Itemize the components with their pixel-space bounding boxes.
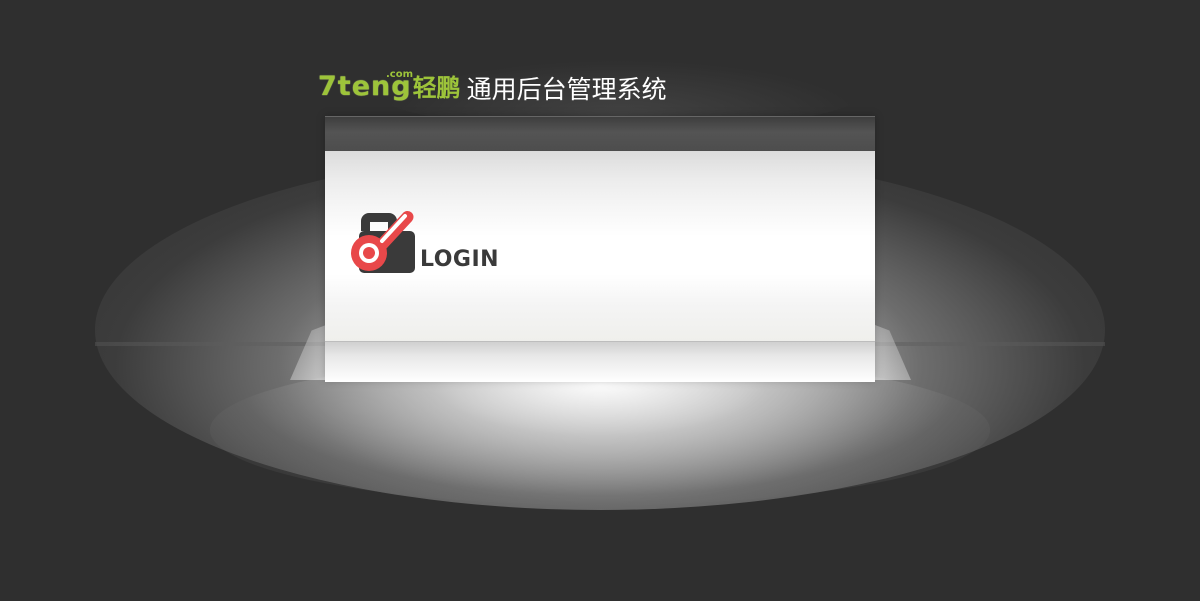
login-title: LOGIN	[420, 247, 500, 272]
page-header: 7teng .com 轻鹏 通用后台管理系统	[318, 56, 667, 104]
brand-logo: 7teng .com 轻鹏	[318, 69, 461, 102]
card-top-bar	[325, 116, 875, 151]
logo-domain-suffix: .com	[386, 69, 414, 80]
lock-key-icon	[351, 210, 415, 273]
card-body: LOGIN	[325, 151, 875, 341]
system-title: 通用后台管理系统	[466, 75, 667, 104]
logo-chinese-name: 轻鹏	[412, 74, 461, 102]
login-card: LOGIN	[325, 116, 875, 382]
card-bottom-bar	[325, 341, 875, 382]
login-badge: LOGIN	[349, 207, 524, 277]
login-page: 7teng .com 轻鹏 通用后台管理系统 LOGIN	[0, 0, 1200, 601]
